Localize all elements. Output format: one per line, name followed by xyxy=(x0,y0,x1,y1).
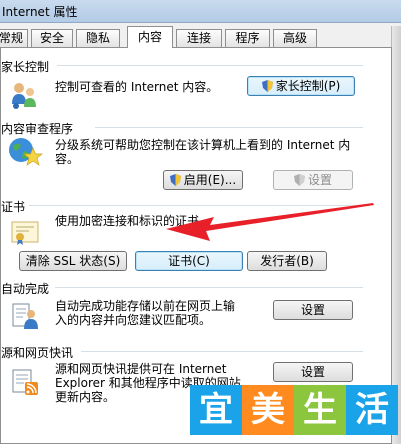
watermark-tile-3: 生 xyxy=(294,385,346,435)
feeds-description-1: 源和网页快讯提供可在 Internet xyxy=(55,362,227,376)
window-title: Internet 属性 xyxy=(2,5,78,19)
content-advisor-heading: 内容审查程序 xyxy=(1,120,78,137)
title-bar: Internet 属性 xyxy=(0,0,401,23)
red-arrow-annotation xyxy=(166,203,374,241)
content-advisor-enable-button[interactable]: 启用(E)... xyxy=(163,170,243,190)
watermark-char-4: 活 xyxy=(355,390,389,430)
content-advisor-settings-label: 设置 xyxy=(307,173,332,187)
content-advisor-settings-button[interactable]: 设置 xyxy=(273,170,353,190)
parental-controls-button-label: 家长控制(P) xyxy=(275,79,341,93)
autocomplete-description-2: 入的内容并向您建议匹配项。 xyxy=(55,313,212,327)
tab-general[interactable]: 常规 xyxy=(0,29,28,47)
tab-security[interactable]: 安全 xyxy=(31,29,73,47)
clear-ssl-state-button[interactable]: 清除 SSL 状态(S) xyxy=(19,251,127,271)
autocomplete-divider xyxy=(55,287,363,288)
tab-strip: 常规 安全 隐私 内容 连接 程序 高级 xyxy=(0,26,401,48)
content-advisor-enable-label: 启用(E)... xyxy=(183,173,237,187)
watermark-char-1: 宜 xyxy=(199,390,233,430)
parental-divider xyxy=(57,65,363,66)
parental-controls-button[interactable]: 家长控制(P) xyxy=(247,76,355,96)
watermark-char-3: 生 xyxy=(303,390,337,430)
parental-controls-heading: 家长控制 xyxy=(1,58,54,75)
advisor-divider xyxy=(95,127,363,128)
tab-connections[interactable]: 连接 xyxy=(176,29,222,47)
watermark-tile-2: 美 xyxy=(242,385,294,435)
parental-controls-description: 控制可查看的 Internet 内容。 xyxy=(55,80,219,94)
autocomplete-icon xyxy=(11,302,41,333)
tab-content[interactable]: 内容 xyxy=(127,26,173,48)
uac-shield-icon-disabled xyxy=(293,173,305,191)
feeds-heading: 源和网页快讯 xyxy=(1,344,78,361)
tab-privacy[interactable]: 隐私 xyxy=(76,29,120,47)
content-advisor-description-2: 容。 xyxy=(55,152,80,166)
feeds-divider xyxy=(81,351,363,352)
tab-advanced[interactable]: 高级 xyxy=(273,29,317,47)
autocomplete-description-1: 自动完成功能存储以前在网页上输 xyxy=(55,299,236,313)
certificates-button[interactable]: 证书(C) xyxy=(135,251,243,271)
uac-shield-icon xyxy=(261,79,273,97)
feeds-settings-button[interactable]: 设置 xyxy=(273,362,353,382)
feeds-description-3: 更新内容。 xyxy=(55,390,116,404)
window-right-edge xyxy=(391,26,401,444)
globe-star-icon xyxy=(7,136,43,171)
tab-programs[interactable]: 程序 xyxy=(225,29,270,47)
publishers-button[interactable]: 发行者(B) xyxy=(247,251,327,271)
feeds-icon xyxy=(11,368,41,399)
autocomplete-settings-button[interactable]: 设置 xyxy=(273,300,353,320)
watermark-char-2: 美 xyxy=(251,390,285,430)
certificates-heading: 证书 xyxy=(1,198,30,215)
watermark-tile-4: 活 xyxy=(346,385,398,435)
watermark-tile-1: 宜 xyxy=(190,385,242,435)
autocomplete-heading: 自动完成 xyxy=(1,280,54,297)
uac-shield-icon xyxy=(169,173,181,191)
parental-controls-icon xyxy=(9,80,39,113)
certificate-icon xyxy=(11,220,41,249)
content-advisor-description-1: 分级系统可帮助您控制在该计算机上看到的 Internet 内 xyxy=(55,138,351,152)
